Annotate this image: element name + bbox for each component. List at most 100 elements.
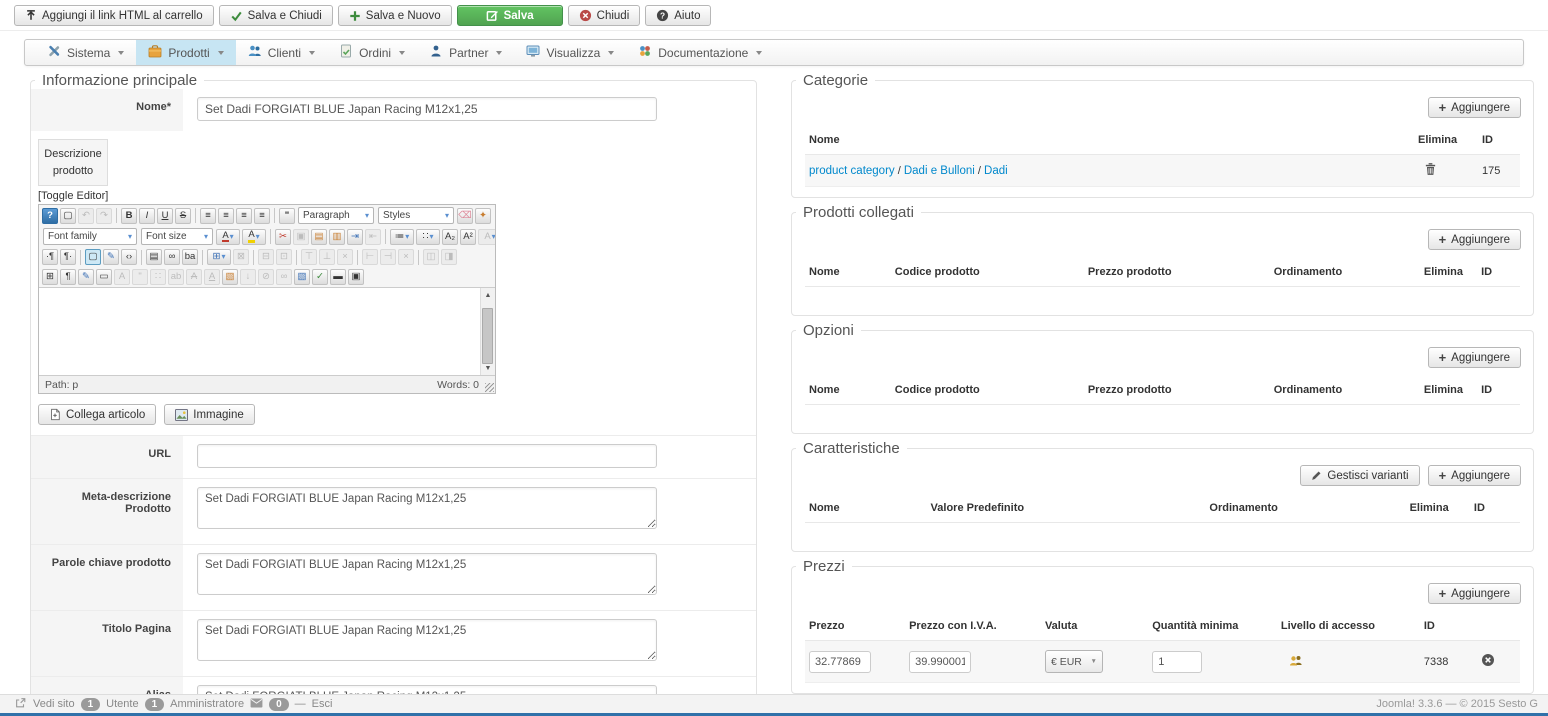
link-icon[interactable]: ∞ [276,269,292,285]
add-cart-link-button[interactable]: Aggiungi il link HTML al carrello [14,5,214,26]
insert-col-right-icon[interactable]: ⊣ [380,249,396,265]
save-close-button[interactable]: Salva e Chiudi [219,5,333,26]
menu-documentazione[interactable]: Documentazione [626,40,774,65]
help-button[interactable]: ? Aiuto [645,5,711,26]
visual-aid-icon[interactable]: ¶ [60,269,76,285]
categorie-add-button[interactable]: + Aggiungere [1428,97,1521,118]
acronym-icon[interactable]: ab [168,269,184,285]
scroll-down-icon[interactable]: ▼ [481,361,495,375]
align-left-icon[interactable]: ≡ [200,208,216,224]
blockquote-icon[interactable]: " [279,208,295,224]
bold-icon[interactable]: B [121,208,137,224]
menu-partner[interactable]: Partner [417,40,514,65]
delete-col-icon[interactable]: × [398,249,414,265]
page-title-textarea[interactable]: Set Dadi FORGIATI BLUE Japan Racing M12x… [197,619,657,661]
editor-body[interactable]: ▲ ▼ [39,287,495,375]
font-family-select[interactable]: Font family▾ [43,228,137,245]
indent-icon[interactable]: ⇥ [347,229,363,245]
remove-format-icon[interactable]: ⌫ [457,208,473,224]
copy-icon[interactable]: ▣ [293,229,309,245]
style-props-icon[interactable]: A▾ [478,229,495,245]
citation-icon[interactable]: " [132,269,148,285]
prodotti-collegati-add-button[interactable]: + Aggiungere [1428,229,1521,250]
gestisci-varianti-button[interactable]: Gestisci varianti [1300,465,1419,486]
caratteristiche-add-button[interactable]: + Aggiungere [1428,465,1521,486]
insert-row-below-icon[interactable]: ⊥ [319,249,335,265]
alias-textarea[interactable]: Set Dadi FORGIATI BLUE Japan Racing M12x… [197,685,657,694]
bullet-list-icon[interactable]: ∷▾ [416,229,440,245]
close-button[interactable]: Chiudi [568,5,641,26]
absolute-position-icon[interactable]: ▣ [348,269,364,285]
superscript-icon[interactable]: A² [460,229,476,245]
edit-html-icon[interactable]: ✎ [103,249,119,265]
spellcheck-icon[interactable]: ✓ [312,269,328,285]
align-justify-icon[interactable]: ≡ [254,208,270,224]
vedi-sito-link[interactable]: Vedi sito [33,698,75,710]
rtl-paragraph-icon[interactable]: ¶· [60,249,76,265]
text-color-icon[interactable]: A▾ [216,229,240,245]
cut-icon[interactable]: ✂ [275,229,291,245]
deletion-icon[interactable]: A [186,269,202,285]
align-right-icon[interactable]: ≡ [236,208,252,224]
category-link[interactable]: product category [809,165,895,177]
prezzo-iva-input[interactable] [909,651,971,673]
menu-visualizza[interactable]: Visualizza [514,40,626,65]
anchor-icon[interactable]: ↓ [240,269,256,285]
quantita-minima-input[interactable] [1152,651,1202,673]
keywords-textarea[interactable]: Set Dadi FORGIATI BLUE Japan Racing M12x… [197,553,657,595]
paste-text-icon[interactable]: ▥ [329,229,345,245]
align-center-icon[interactable]: ≡ [218,208,234,224]
insert-image-icon[interactable]: ▧ [222,269,238,285]
split-cells-icon[interactable]: ◫ [423,249,439,265]
name-input[interactable] [197,97,657,121]
meta-description-textarea[interactable]: Set Dadi FORGIATI BLUE Japan Racing M12x… [197,487,657,529]
toggle-editor-link[interactable]: [Toggle Editor] [38,190,756,202]
numbered-list-icon[interactable]: ≔▾ [390,229,414,245]
find-icon[interactable]: ∞ [164,249,180,265]
resize-grip[interactable] [485,383,494,392]
cell-properties-icon[interactable]: ⊡ [276,249,292,265]
prezzo-input[interactable] [809,651,871,673]
menu-sistema[interactable]: Sistema [35,40,136,65]
underline-icon[interactable]: U [157,208,173,224]
opzioni-add-button[interactable]: + Aggiungere [1428,347,1521,368]
insertion-icon[interactable]: A [204,269,220,285]
delete-table-icon[interactable]: ⊠ [233,249,249,265]
edit-css-icon[interactable]: ✎ [78,269,94,285]
image-icon[interactable]: ▧ [294,269,310,285]
delete-row-icon[interactable]: × [337,249,353,265]
editor-scrollbar[interactable]: ▲ ▼ [480,288,495,375]
paste-icon[interactable]: ▤ [311,229,327,245]
font-size-select[interactable]: Font size▾ [141,228,213,245]
iframe-icon[interactable]: ▭ [96,269,112,285]
subscript-icon[interactable]: A₂ [442,229,458,245]
help-icon[interactable]: ? [42,208,58,224]
redo-icon[interactable]: ↷ [96,208,112,224]
table-grid-icon[interactable]: ⊞ [42,269,58,285]
cleanup-icon[interactable]: ✦ [475,208,491,224]
ltr-paragraph-icon[interactable]: ·¶ [42,249,58,265]
insert-col-left-icon[interactable]: ⊢ [362,249,378,265]
url-input[interactable] [197,444,657,468]
print-icon[interactable]: ▤ [146,249,162,265]
italic-icon[interactable]: I [139,208,155,224]
scroll-thumb[interactable] [482,308,493,364]
currency-select[interactable]: € EUR ▼ [1045,650,1103,673]
abbreviation-icon[interactable]: ∷ [150,269,166,285]
insert-table-icon[interactable]: ⊞▾ [207,249,231,265]
find-replace-icon[interactable]: ba [182,249,198,265]
layer-icon[interactable]: ▬ [330,269,346,285]
category-link[interactable]: Dadi [984,165,1008,177]
collega-articolo-button[interactable]: Collega articolo [38,404,156,425]
outdent-icon[interactable]: ⇤ [365,229,381,245]
strikethrough-icon[interactable]: S [175,208,191,224]
menu-ordini[interactable]: Ordini [327,40,417,65]
delete-price-icon[interactable] [1481,658,1495,670]
undo-icon[interactable]: ↶ [78,208,94,224]
merge-cells-icon[interactable]: ◨ [441,249,457,265]
new-document-icon[interactable]: ▢ [60,208,76,224]
trash-icon[interactable] [1424,167,1437,179]
row-properties-icon[interactable]: ⊟ [258,249,274,265]
save-new-button[interactable]: Salva e Nuovo [338,5,452,26]
fullscreen-icon[interactable]: ▢ [85,249,101,265]
